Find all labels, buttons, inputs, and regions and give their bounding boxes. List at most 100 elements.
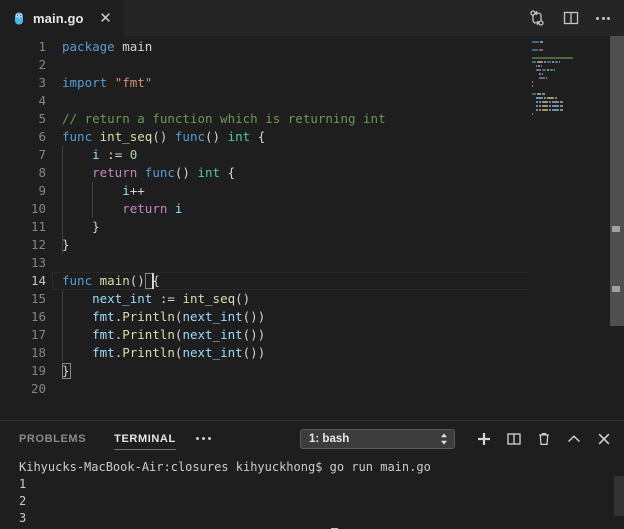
terminal-scrollbar[interactable]: [614, 476, 624, 516]
minimap-token: [539, 73, 541, 75]
code-token: import: [62, 75, 108, 90]
line-text: fmt.Println(next_int()): [62, 308, 265, 326]
indent-guide: [62, 218, 63, 236]
code-token: ()): [242, 327, 266, 342]
code-token: int_seq: [182, 291, 236, 306]
minimap-token: [551, 101, 560, 103]
overview-mark: [612, 226, 620, 232]
minimap-token: [532, 113, 534, 115]
tab-problems[interactable]: PROBLEMS: [19, 421, 86, 456]
line-text: package main: [62, 38, 152, 56]
code-token: func: [62, 273, 93, 288]
minimap-token: [536, 61, 544, 63]
minimap-token: [549, 101, 551, 103]
chevron-up-icon[interactable]: [566, 431, 582, 447]
indent-guide: [62, 236, 63, 254]
line-text: import "fmt": [62, 74, 152, 92]
split-editor-icon[interactable]: [562, 9, 580, 27]
minimap-token: [555, 61, 558, 63]
minimap-token: [532, 93, 536, 95]
terminal-line: Kihyucks-MacBook-Air:closures kihyuckhon…: [19, 460, 431, 474]
code-token: (): [205, 129, 228, 144]
minimap-token: [532, 49, 538, 51]
line-number: 5: [38, 111, 46, 126]
new-terminal-icon[interactable]: [476, 431, 492, 447]
minimap-token: [551, 109, 560, 111]
minimap-token: [551, 105, 560, 107]
minimap-token: [542, 69, 547, 71]
more-actions-icon[interactable]: [596, 9, 610, 27]
code-token: int: [197, 165, 221, 180]
kill-terminal-icon[interactable]: [536, 431, 552, 447]
line-number: 8: [38, 165, 46, 180]
compare-changes-icon[interactable]: [528, 9, 546, 27]
code-token: }: [62, 219, 100, 234]
code-token: func: [174, 129, 206, 144]
indent-guide: [62, 146, 63, 164]
code-token: {: [250, 129, 266, 144]
indent-guide: [62, 290, 63, 308]
line-number: 17: [30, 327, 46, 342]
indent-guide: [62, 344, 63, 362]
minimap[interactable]: [528, 36, 596, 420]
code-token: (): [174, 165, 198, 180]
close-icon[interactable]: ✕: [99, 10, 113, 26]
minimap-token: [541, 93, 546, 95]
code-token: }: [62, 237, 70, 252]
minimap-token: [535, 65, 537, 67]
terminal-select-value: 1: bash: [309, 433, 350, 445]
editor-scrollbar[interactable]: [610, 36, 624, 420]
vscode-window: main.go ✕ 1 package main 2 3 import "fmt…: [0, 0, 624, 529]
minimap-token: [540, 65, 543, 67]
tab-terminal[interactable]: TERMINAL: [114, 421, 176, 456]
minimap-token: [544, 97, 547, 99]
code-token: int: [227, 129, 251, 144]
code-token: fmt: [92, 345, 115, 360]
line-number: 9: [38, 183, 46, 198]
terminal-select[interactable]: 1: bash: [300, 429, 455, 449]
panel-more-icon[interactable]: [195, 437, 211, 440]
editor-tab-main-go[interactable]: main.go ✕: [0, 0, 125, 36]
code-token: Println: [122, 345, 175, 360]
minimap-token: [536, 93, 541, 95]
line-text: // return a function which is returning …: [62, 110, 386, 128]
panel-header: PROBLEMS TERMINAL 1: bash: [0, 421, 624, 456]
chevron-updown-icon: [440, 433, 448, 445]
code-token: i: [92, 147, 100, 162]
split-terminal-icon[interactable]: [506, 431, 522, 447]
minimap-token: [560, 109, 564, 111]
minimap-token: [547, 61, 552, 63]
code-token: {: [220, 165, 236, 180]
minimap-token: [541, 101, 549, 103]
minimap-token: [535, 97, 544, 99]
editor-toolbar: [528, 0, 624, 36]
code-editor[interactable]: 1 package main 2 3 import "fmt" 4 5 // return a…: [0, 36, 624, 420]
line-number: 11: [30, 219, 46, 234]
minimap-token: [532, 41, 539, 43]
code-token: package: [62, 39, 115, 54]
code-token: i: [122, 183, 130, 198]
code-token: return: [92, 165, 138, 180]
bracket-match: [62, 363, 71, 379]
terminal-line: 1: [19, 477, 27, 491]
terminal-output[interactable]: Kihyucks-MacBook-Air:closures kihyuckhon…: [0, 456, 624, 529]
line-text: return func() int {: [62, 164, 235, 182]
text-cursor: [152, 273, 155, 289]
close-panel-icon[interactable]: [596, 431, 612, 447]
line-text: return i: [62, 200, 182, 218]
scrollbar-thumb[interactable]: [610, 36, 624, 326]
bottom-panel: PROBLEMS TERMINAL 1: bash Kihyucks-MacBo…: [0, 421, 624, 529]
indent-guide: [62, 200, 63, 218]
minimap-token: [537, 65, 540, 67]
minimap-token: [549, 109, 551, 111]
line-number: 4: [38, 93, 46, 108]
code-token: fmt: [92, 309, 115, 324]
minimap-token: [539, 109, 541, 111]
line-text: }: [62, 218, 100, 236]
minimap-token: [547, 69, 549, 71]
minimap-token: [547, 97, 554, 99]
